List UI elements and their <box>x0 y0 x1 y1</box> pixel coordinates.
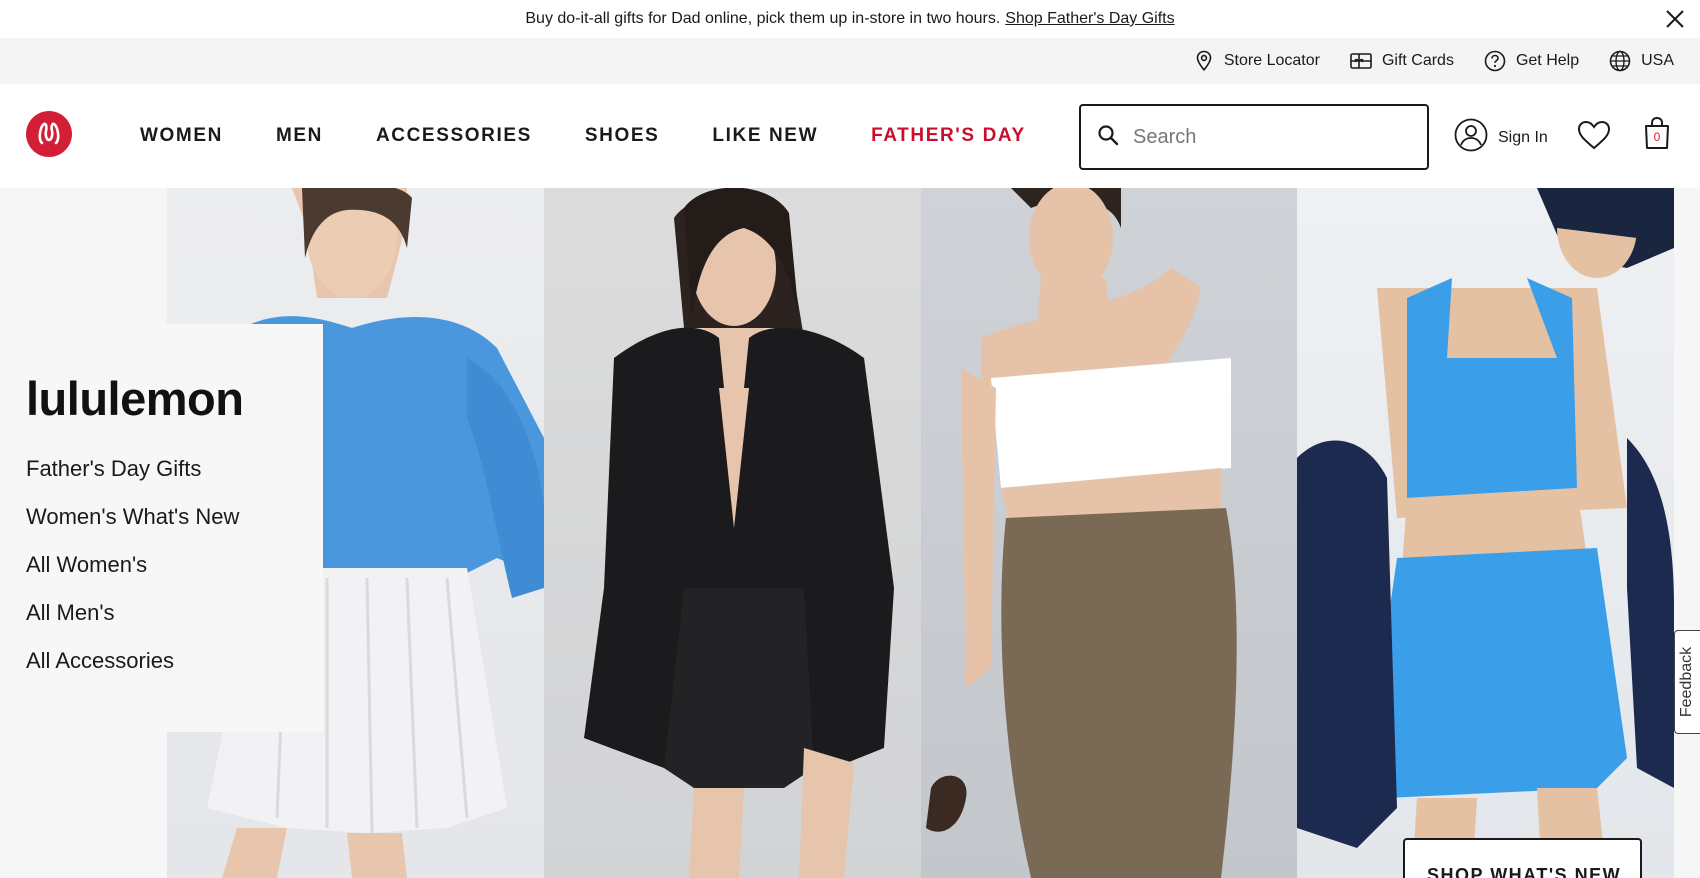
brand-title: lululemon <box>26 372 244 425</box>
sign-in-button[interactable]: Sign In <box>1454 118 1548 157</box>
globe-icon <box>1609 50 1631 72</box>
nav-men[interactable]: MEN <box>276 125 323 147</box>
nav-accessories[interactable]: ACCESSORIES <box>376 125 532 147</box>
hero-link-list: Father's Day Gifts Women's What's New Al… <box>26 457 323 673</box>
hero-image-3[interactable] <box>921 188 1297 878</box>
logo-mark-icon <box>38 122 60 145</box>
hero-link-all-mens[interactable]: All Men's <box>26 601 323 625</box>
hero-link-all-womens[interactable]: All Women's <box>26 553 323 577</box>
utility-bar: Store Locator Gift Cards Get Help USA <box>0 38 1700 84</box>
get-help-link[interactable]: Get Help <box>1484 50 1579 72</box>
model-white-bandeau-illustration <box>926 188 1237 878</box>
nav-fathers-day[interactable]: FATHER'S DAY <box>871 125 1026 147</box>
feedback-tab[interactable]: Feedback <box>1674 630 1700 734</box>
hero-link-womens-whats-new[interactable]: Women's What's New <box>26 505 323 529</box>
heart-icon <box>1577 120 1611 154</box>
close-icon[interactable] <box>1660 4 1690 34</box>
store-locator-label: Store Locator <box>1223 52 1320 69</box>
hero-section: lululemon Father's Day Gifts Women's Wha… <box>0 188 1700 878</box>
promo-banner: Buy do-it-all gifts for Dad online, pick… <box>0 0 1700 38</box>
promo-text: Buy do-it-all gifts for Dad online, pick… <box>525 10 1001 27</box>
nav-links: WOMEN MEN ACCESSORIES SHOES LIKE NEW FAT… <box>140 84 1026 188</box>
nav-women[interactable]: WOMEN <box>140 125 223 147</box>
get-help-label: Get Help <box>1515 52 1580 69</box>
hero-link-fathers-day-gifts[interactable]: Father's Day Gifts <box>26 457 323 481</box>
search-icon <box>1097 124 1119 151</box>
hero-image-4[interactable] <box>1297 188 1674 878</box>
search-box[interactable] <box>1079 104 1429 170</box>
store-locator-link[interactable]: Store Locator <box>1194 50 1320 72</box>
feedback-label: Feedback <box>1678 646 1696 718</box>
search-input[interactable] <box>1133 125 1403 149</box>
help-circle-icon <box>1484 50 1506 72</box>
hero-link-all-accessories[interactable]: All Accessories <box>26 649 323 673</box>
gift-cards-link[interactable]: Gift Cards <box>1350 52 1454 70</box>
model-black-shirt-illustration <box>584 188 894 878</box>
user-icon <box>1454 118 1488 157</box>
hero-side-card: lululemon Father's Day Gifts Women's Wha… <box>0 324 323 732</box>
main-navigation: WOMEN MEN ACCESSORIES SHOES LIKE NEW FAT… <box>0 84 1700 188</box>
nav-shoes[interactable]: SHOES <box>585 125 660 147</box>
region-label: USA <box>1641 52 1674 69</box>
model-blue-set-illustration <box>1297 188 1674 878</box>
lululemon-logo[interactable] <box>26 111 72 157</box>
wishlist-button[interactable] <box>1577 120 1611 155</box>
shop-whats-new-button[interactable]: SHOP WHAT'S NEW <box>1403 838 1642 878</box>
bag-count: 0 <box>1653 130 1661 144</box>
sign-in-label: Sign In <box>1498 128 1548 146</box>
shopping-bag-button[interactable]: 0 <box>1643 116 1671 150</box>
hero-image-2[interactable] <box>544 188 921 878</box>
region-selector[interactable]: USA <box>1609 50 1674 72</box>
gift-cards-label: Gift Cards <box>1381 52 1454 69</box>
promo-link[interactable]: Shop Father's Day Gifts <box>1005 10 1174 28</box>
shop-whats-new-label: SHOP WHAT'S NEW <box>1427 865 1622 878</box>
nav-like-new[interactable]: LIKE NEW <box>712 125 818 147</box>
gift-card-icon <box>1350 52 1372 70</box>
map-pin-icon <box>1194 50 1214 72</box>
